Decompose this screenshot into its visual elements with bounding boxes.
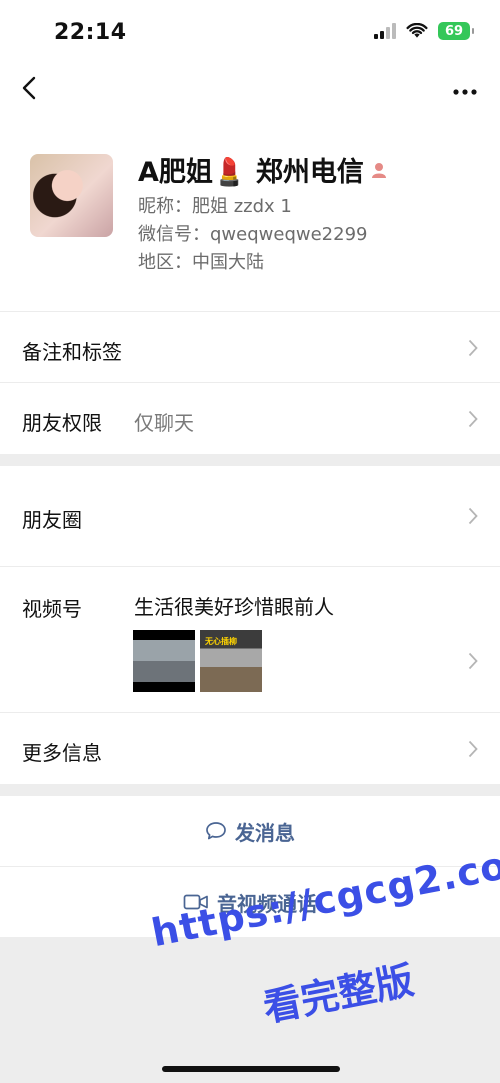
avatar[interactable] (30, 154, 113, 237)
back-button[interactable] (16, 72, 46, 104)
battery-icon: 69 (438, 22, 474, 40)
bottom-background (0, 937, 500, 1083)
status-time: 22:14 (54, 20, 127, 45)
person-icon (371, 162, 386, 178)
remarks-tags-row[interactable]: 备注和标签 (0, 311, 500, 383)
section-divider (0, 784, 500, 796)
chevron-left-icon (22, 76, 36, 100)
name-row: A肥姐💄 郑州电信 (138, 150, 388, 189)
send-message-label: 发消息 (235, 820, 295, 845)
friend-permissions-row[interactable]: 朋友权限 仅聊天 (0, 382, 500, 455)
wechat-id-line[interactable]: 微信号：qweqweqwe2299 (138, 220, 367, 246)
cellular-signal-icon (374, 23, 396, 39)
friend-permissions-value: 仅聊天 (134, 411, 194, 435)
status-icons: 69 (374, 22, 474, 40)
moments-row[interactable]: 朋友圈 (0, 466, 500, 566)
profile-header: A肥姐💄 郑州电信 昵称：肥姐 zzdx 1 微信号：qweqweqwe2299… (0, 140, 500, 310)
region-line: 地区：中国大陆 (138, 252, 264, 273)
chevron-right-icon (468, 507, 478, 525)
more-options-button[interactable] (452, 78, 478, 98)
thumbnail-caption: 无心插柳 (205, 637, 237, 646)
more-dots-icon (453, 89, 477, 95)
chevron-right-icon (468, 339, 478, 357)
nav-bar (0, 66, 500, 110)
home-indicator (162, 1066, 340, 1072)
channels-name: 生活很美好珍惜眼前人 (134, 595, 334, 619)
channels-label: 视频号 (22, 597, 82, 621)
channel-thumbnail[interactable] (133, 630, 195, 692)
moments-label: 朋友圈 (22, 508, 82, 532)
battery-level: 69 (444, 23, 464, 39)
section-divider (0, 454, 500, 466)
remarks-tags-label: 备注和标签 (22, 340, 122, 364)
chevron-right-icon (468, 652, 478, 670)
friend-permissions-label: 朋友权限 (22, 411, 102, 435)
more-info-row[interactable]: 更多信息 (0, 712, 500, 785)
more-info-label: 更多信息 (22, 741, 102, 765)
nickname-line: 昵称：肥姐 zzdx 1 (138, 196, 292, 217)
display-name: A肥姐💄 郑州电信 (138, 157, 364, 188)
chevron-right-icon (468, 740, 478, 758)
status-bar: 22:14 69 (0, 0, 500, 66)
chat-bubble-icon (206, 822, 226, 840)
wifi-icon (406, 23, 428, 38)
send-message-button[interactable]: 发消息 (0, 796, 500, 866)
chevron-right-icon (468, 410, 478, 428)
